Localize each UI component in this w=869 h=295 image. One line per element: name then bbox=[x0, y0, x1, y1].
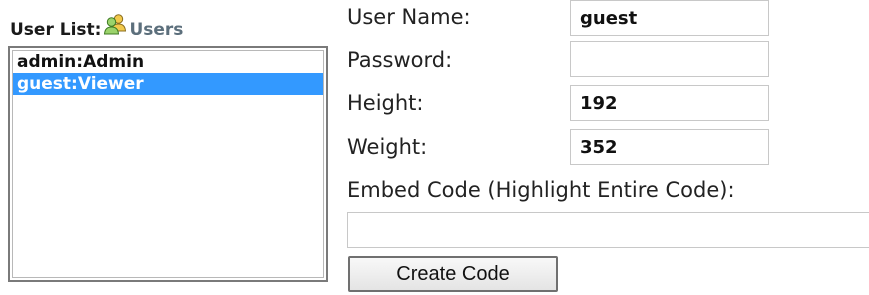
create-code-button[interactable]: Create Code bbox=[348, 256, 558, 292]
user-option-guest[interactable]: guest:Viewer bbox=[13, 73, 323, 95]
weight-field[interactable] bbox=[570, 129, 769, 165]
weight-label: Weight: bbox=[347, 135, 428, 159]
height-field[interactable] bbox=[570, 85, 769, 121]
password-label: Password: bbox=[347, 48, 453, 72]
height-label: Height: bbox=[347, 91, 424, 115]
user-listbox[interactable]: admin:Admin guest:Viewer bbox=[8, 46, 328, 282]
user-option-admin[interactable]: admin:Admin bbox=[13, 51, 323, 73]
user-list-header: User List: Users bbox=[10, 10, 183, 40]
password-field[interactable] bbox=[570, 41, 769, 77]
username-field[interactable] bbox=[570, 0, 769, 36]
embed-code-label: Embed Code (Highlight Entire Code): bbox=[347, 178, 735, 202]
users-icon bbox=[103, 13, 127, 35]
embed-code-field[interactable] bbox=[347, 212, 869, 248]
user-listbox-inner: admin:Admin guest:Viewer bbox=[12, 50, 324, 278]
username-label: User Name: bbox=[347, 5, 471, 29]
user-list-label: User List: bbox=[10, 20, 102, 40]
users-link[interactable]: Users bbox=[129, 20, 183, 40]
